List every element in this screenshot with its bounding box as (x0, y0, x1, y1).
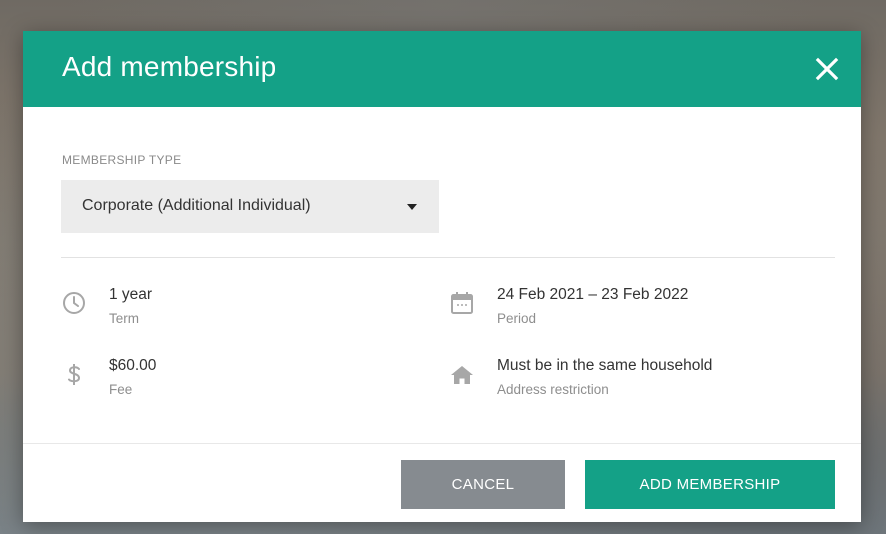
close-icon (815, 57, 839, 81)
term-value: 1 year (109, 286, 153, 303)
period-value: 24 Feb 2021 – 23 Feb 2022 (497, 286, 689, 303)
address-restriction-info: Must be in the same household Address re… (449, 357, 809, 407)
fee-info: $60.00 Fee (61, 357, 421, 407)
calendar-icon (451, 292, 473, 314)
address-restriction-label: Address restriction (497, 382, 609, 397)
clock-icon (63, 292, 85, 314)
fee-value: $60.00 (109, 357, 157, 374)
add-membership-dialog: Add membership MEMBERSHIP TYPE Corporate… (23, 31, 861, 522)
dialog-header: Add membership (23, 31, 861, 107)
period-info: 24 Feb 2021 – 23 Feb 2022 Period (449, 286, 809, 336)
caret-down-icon (407, 204, 417, 210)
add-membership-button[interactable]: ADD MEMBERSHIP (585, 460, 835, 509)
cancel-button[interactable]: CANCEL (401, 460, 565, 509)
address-restriction-value: Must be in the same household (497, 357, 713, 374)
membership-type-label: MEMBERSHIP TYPE (62, 153, 182, 167)
dialog-title: Add membership (62, 51, 277, 82)
section-divider (61, 257, 835, 258)
membership-type-value: Corporate (Additional Individual) (82, 197, 311, 214)
membership-type-select[interactable]: Corporate (Additional Individual) (61, 180, 439, 233)
term-info: 1 year Term (61, 286, 421, 336)
term-label: Term (109, 311, 139, 326)
close-button[interactable] (811, 53, 843, 85)
dollar-icon (68, 364, 81, 385)
period-label: Period (497, 311, 537, 326)
footer-divider (23, 443, 861, 444)
fee-label: Fee (109, 382, 133, 397)
home-icon (451, 366, 473, 384)
